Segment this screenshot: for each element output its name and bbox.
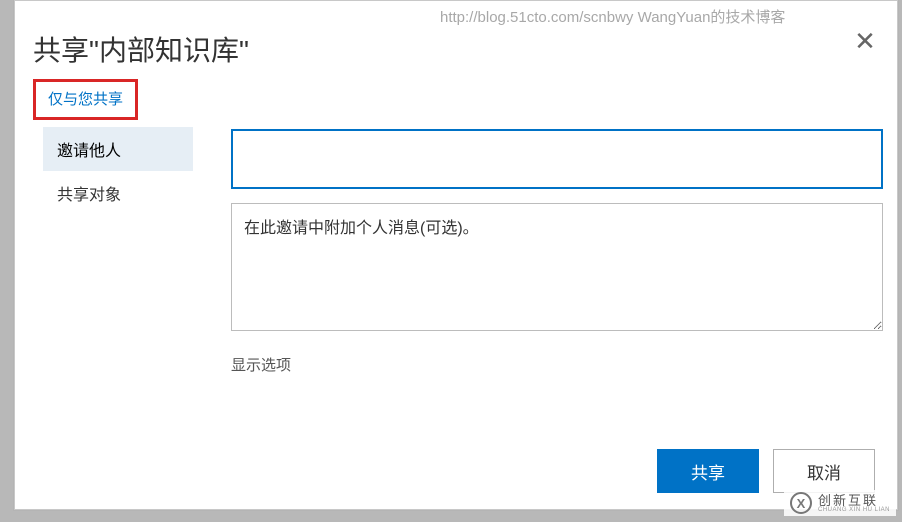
sidebar-item-shared-with[interactable]: 共享对象 [43, 171, 193, 215]
brand-text: 创新互联 CHUANG XIN HU LIAN [818, 494, 890, 513]
share-status-highlight: 仅与您共享 [33, 79, 138, 120]
cancel-button[interactable]: 取消 [773, 449, 875, 493]
brand-watermark: X 创新互联 CHUANG XIN HU LIAN [784, 490, 896, 516]
close-icon: ✕ [854, 26, 876, 57]
message-textarea[interactable] [231, 203, 883, 331]
sidebar: 邀请他人 共享对象 [43, 127, 193, 215]
brand-name-cn: 创新互联 [818, 494, 890, 507]
sidebar-item-invite[interactable]: 邀请他人 [43, 127, 193, 171]
brand-logo-icon: X [790, 492, 812, 514]
button-row: 共享 取消 [657, 449, 875, 493]
main-panel: 显示选项 [231, 129, 883, 375]
recipients-input[interactable] [231, 129, 883, 189]
close-button[interactable]: ✕ [853, 29, 877, 53]
dialog-title: 共享"内部知识库" [33, 29, 249, 69]
show-options-link[interactable]: 显示选项 [231, 354, 883, 375]
brand-name-en: CHUANG XIN HU LIAN [818, 507, 890, 513]
share-button[interactable]: 共享 [657, 449, 759, 493]
share-status-link[interactable]: 仅与您共享 [48, 91, 123, 108]
share-dialog: 共享"内部知识库" ✕ 仅与您共享 邀请他人 共享对象 显示选项 共享 取消 [14, 0, 898, 510]
